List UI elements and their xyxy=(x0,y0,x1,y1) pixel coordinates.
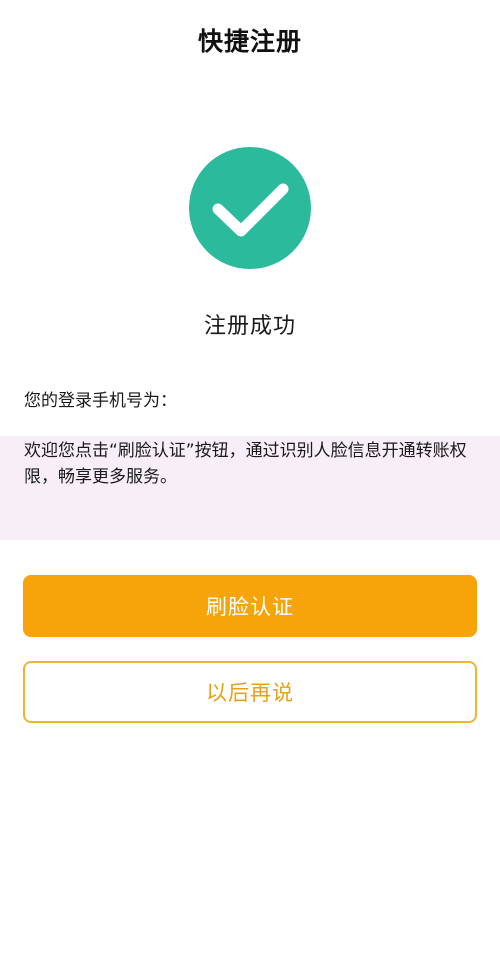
page-title: 快捷注册 xyxy=(197,27,302,56)
face-verify-button[interactable]: 刷脸认证 xyxy=(23,575,477,637)
check-circle-icon xyxy=(189,147,311,269)
registration-status-text: 注册成功 xyxy=(203,314,296,339)
login-phone-label: 您的登录手机号为： xyxy=(24,391,177,411)
face-verification-notice: 欢迎您点击“刷脸认证”按钮，通过识别人脸信息开通转账权限，畅享更多服务。 xyxy=(24,441,467,487)
later-button[interactable]: 以后再说 xyxy=(23,661,477,723)
